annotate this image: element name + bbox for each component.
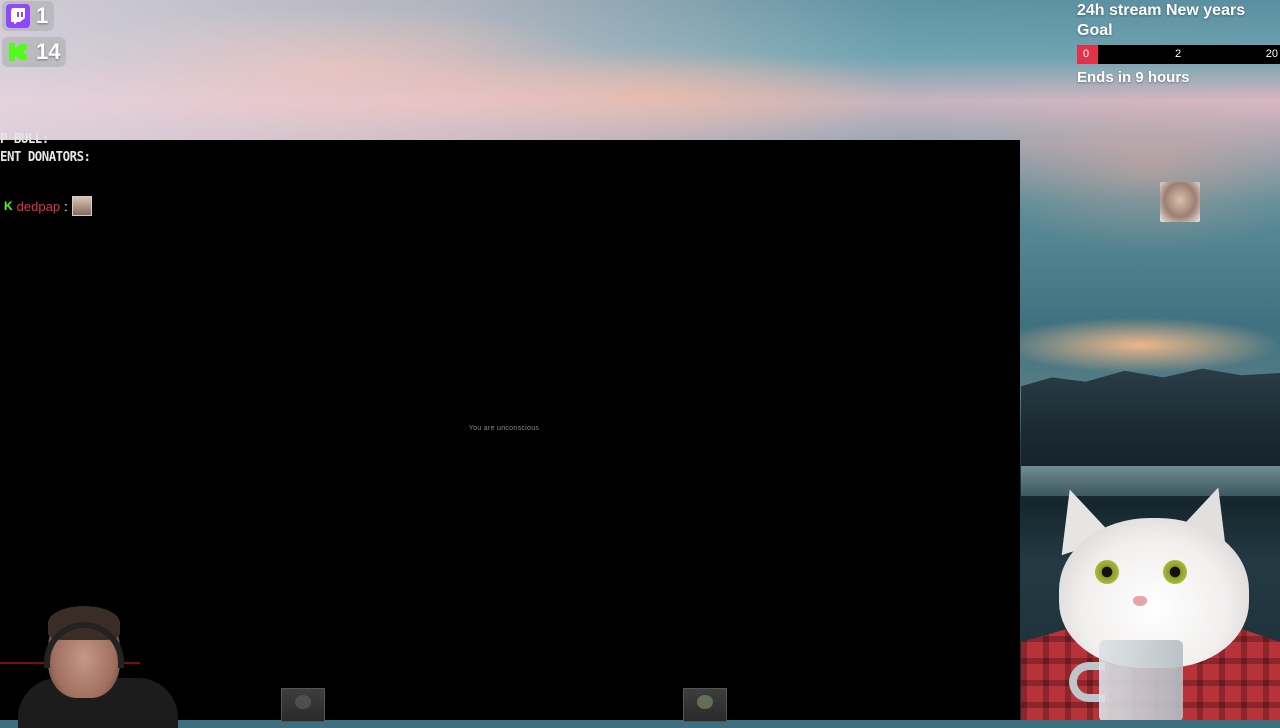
hotbar-slot-2 (683, 688, 727, 722)
twitch-counter: 1 (2, 1, 55, 31)
kick-counter: 14 (2, 37, 67, 67)
twitch-icon (6, 4, 30, 28)
cat-eye-left (1095, 560, 1119, 584)
goal-title: 24h stream New years Goal (1077, 2, 1246, 39)
beer-mug (1099, 640, 1183, 720)
background-mountains (1021, 368, 1280, 472)
slot-item-icon (697, 695, 713, 709)
goal-progress-bar: 0 2 20 (1077, 45, 1280, 64)
cat-eye-right (1163, 560, 1187, 584)
chat-separator: : (64, 198, 68, 214)
kick-badge-icon: K (4, 199, 13, 213)
kick-icon (6, 40, 30, 64)
game-status-message: You are unconscious (468, 425, 540, 432)
slot-item-icon (295, 695, 311, 709)
game-sys-line-1: P BULL: (0, 132, 49, 147)
twitch-count: 1 (36, 3, 49, 28)
kick-count: 14 (36, 39, 61, 64)
chat-username: dedpap (16, 198, 61, 214)
viewer-avatar (1160, 182, 1200, 222)
goal-widget: 24h stream New years Goal 0 2 20 Ends in… (1077, 0, 1280, 86)
game-sys-line-2: ENT DONATORS: (0, 150, 91, 165)
chat-emote-icon (71, 196, 92, 216)
cat-nose (1133, 596, 1147, 606)
goal-mid-value: 2 (1175, 48, 1182, 60)
kick-glyph (9, 43, 27, 61)
cat-overlay (1021, 480, 1280, 720)
streamer-webcam (0, 600, 200, 728)
chat-message: K dedpap : (4, 196, 92, 216)
hotbar-slot-1 (281, 688, 325, 722)
goal-max-value: 20 (1265, 48, 1278, 60)
goal-ends-text: Ends in 9 hours (1077, 69, 1190, 86)
goal-current-value: 0 (1083, 48, 1090, 60)
twitch-glyph (11, 8, 25, 24)
